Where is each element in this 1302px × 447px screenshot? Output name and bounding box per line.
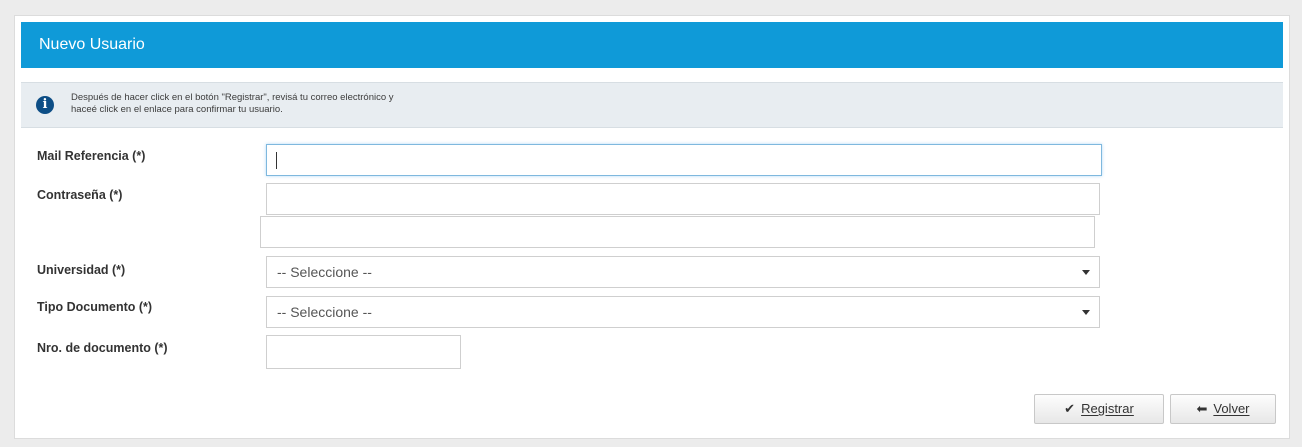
info-message: i Después de hacer click en el botón "Re… (21, 82, 1283, 128)
register-button[interactable]: ✔ Registrar (1034, 394, 1164, 424)
info-icon: i (36, 96, 54, 114)
email-label: Mail Referencia (*) (37, 149, 146, 163)
doc-number-label: Nro. de documento (*) (37, 341, 168, 355)
arrow-left-icon: ⬅ (1196, 401, 1208, 416)
doc-type-label: Tipo Documento (*) (37, 300, 153, 314)
email-field[interactable] (266, 144, 1102, 176)
back-button-label: Volver (1213, 401, 1250, 416)
university-selected: -- Seleccione -- (277, 264, 372, 280)
password-label: Contraseña (*) (37, 188, 123, 202)
university-label: Universidad (*) (37, 263, 126, 277)
new-user-panel: Nuevo Usuario i Después de hacer click e… (14, 15, 1290, 439)
chevron-down-icon (1082, 270, 1090, 275)
register-button-label: Registrar (1081, 401, 1134, 416)
check-icon: ✔ (1064, 401, 1076, 416)
back-button[interactable]: ⬅ Volver (1170, 394, 1276, 424)
university-select[interactable]: -- Seleccione -- (266, 256, 1100, 288)
info-line-2: haceé click en el enlace para confirmar … (71, 104, 283, 115)
text-caret (276, 152, 277, 169)
info-text: Después de hacer click en el botón "Regi… (71, 92, 394, 116)
password-confirm-field[interactable] (260, 216, 1095, 248)
doc-type-selected: -- Seleccione -- (277, 304, 372, 320)
doc-type-select[interactable]: -- Seleccione -- (266, 296, 1100, 328)
chevron-down-icon (1082, 310, 1090, 315)
info-line-1: Después de hacer click en el botón "Regi… (71, 92, 394, 103)
password-field[interactable] (266, 183, 1100, 215)
doc-number-field[interactable] (266, 335, 461, 369)
panel-title: Nuevo Usuario (21, 22, 1283, 68)
